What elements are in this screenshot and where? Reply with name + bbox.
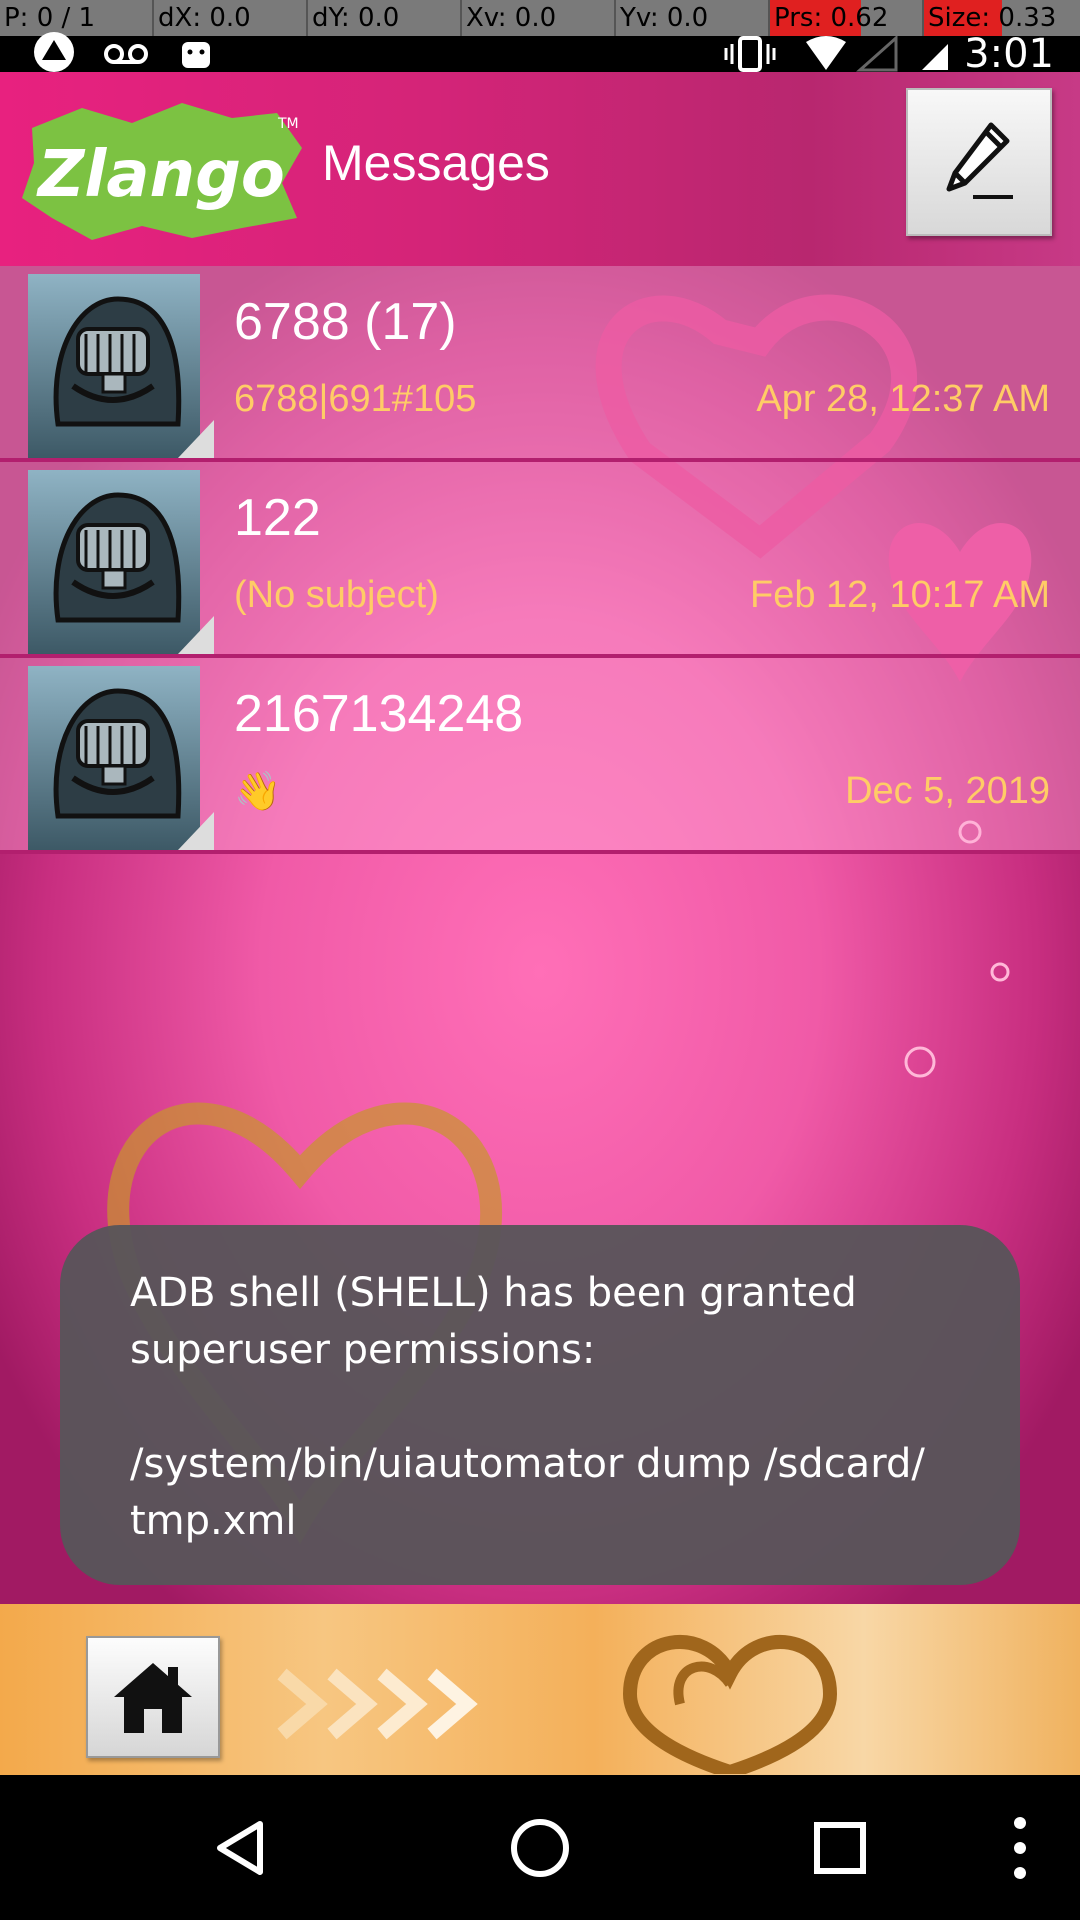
contact-avatar-icon (28, 274, 214, 458)
waving-hand-emoji: 👋 (234, 771, 282, 813)
bottom-bar (0, 1604, 1080, 1775)
conversation-list: 6788 (17) 6788|691#105 Apr 28, 12:37 AM … (0, 266, 1080, 854)
voicemail-icon (104, 44, 148, 64)
pointer-dx: dX: 0.0 (154, 0, 308, 36)
app-screen: Zlango TM Messages 6788 (17) 6788|691#10… (0, 72, 1080, 1775)
app-header: Zlango TM Messages (0, 72, 1080, 266)
pointer-location-bar: P: 0 / 1 dX: 0.0 dY: 0.0 Xv: 0.0 Yv: 0.0… (0, 0, 1080, 36)
pencil-icon (946, 122, 1013, 199)
heart-decoration-icon (622, 1635, 838, 1774)
back-button[interactable] (180, 1775, 300, 1920)
recents-button[interactable] (780, 1775, 900, 1920)
home-nav-button[interactable] (480, 1775, 600, 1920)
conversation-date: Apr 28, 12:37 AM (756, 378, 1050, 420)
app-notification-icon (34, 32, 74, 72)
wifi-icon (806, 36, 846, 70)
pointer-xv: Xv: 0.0 (462, 0, 616, 36)
conversation-row[interactable]: 6788 (17) 6788|691#105 Apr 28, 12:37 AM (0, 266, 1080, 462)
system-navigation-bar (0, 1775, 1080, 1920)
pointer-dy: dY: 0.0 (308, 0, 462, 36)
pointer-yv: Yv: 0.0 (616, 0, 770, 36)
pointer-pressure: Prs: 0.62 (770, 0, 924, 36)
zlango-logo: Zlango TM (22, 103, 302, 240)
conversation-row[interactable]: 2167134248 👋 Dec 5, 2019 (0, 658, 1080, 854)
svg-text:Zlango: Zlango (36, 138, 285, 212)
conversation-date: Feb 12, 10:17 AM (750, 574, 1050, 616)
recents-square-icon (814, 1821, 866, 1874)
cell-signal-icon (856, 36, 898, 72)
more-vert-icon (1014, 1816, 1026, 1879)
contact-avatar-icon (28, 470, 214, 654)
android-icon (182, 42, 210, 68)
home-circle-icon (511, 1818, 569, 1877)
conversation-title: 6788 (17) (234, 293, 457, 351)
contact-avatar-icon (28, 666, 214, 850)
svg-text:TM: TM (277, 116, 299, 132)
status-bar: 3:01 (0, 31, 1080, 77)
home-button[interactable] (86, 1636, 220, 1758)
chevrons-decoration-icon (277, 1668, 478, 1740)
conversation-row[interactable]: 122 (No subject) Feb 12, 10:17 AM (0, 462, 1080, 658)
vibrate-icon (724, 36, 776, 72)
superuser-toast: ADB shell (SHELL) has been granted super… (60, 1225, 1020, 1585)
overflow-menu-button[interactable] (990, 1775, 1050, 1920)
page-title: Messages (322, 135, 550, 191)
battery-charging-icon (922, 44, 948, 70)
conversation-snippet: 6788|691#105 (234, 378, 477, 420)
conversation-snippet: (No subject) (234, 574, 439, 616)
conversation-title: 122 (234, 489, 321, 547)
conversation-title: 2167134248 (234, 685, 524, 743)
home-icon (114, 1663, 192, 1733)
compose-button[interactable] (906, 88, 1052, 236)
conversation-date: Dec 5, 2019 (845, 770, 1050, 812)
clock: 3:01 (964, 31, 1054, 77)
back-triangle-icon (217, 1820, 263, 1875)
